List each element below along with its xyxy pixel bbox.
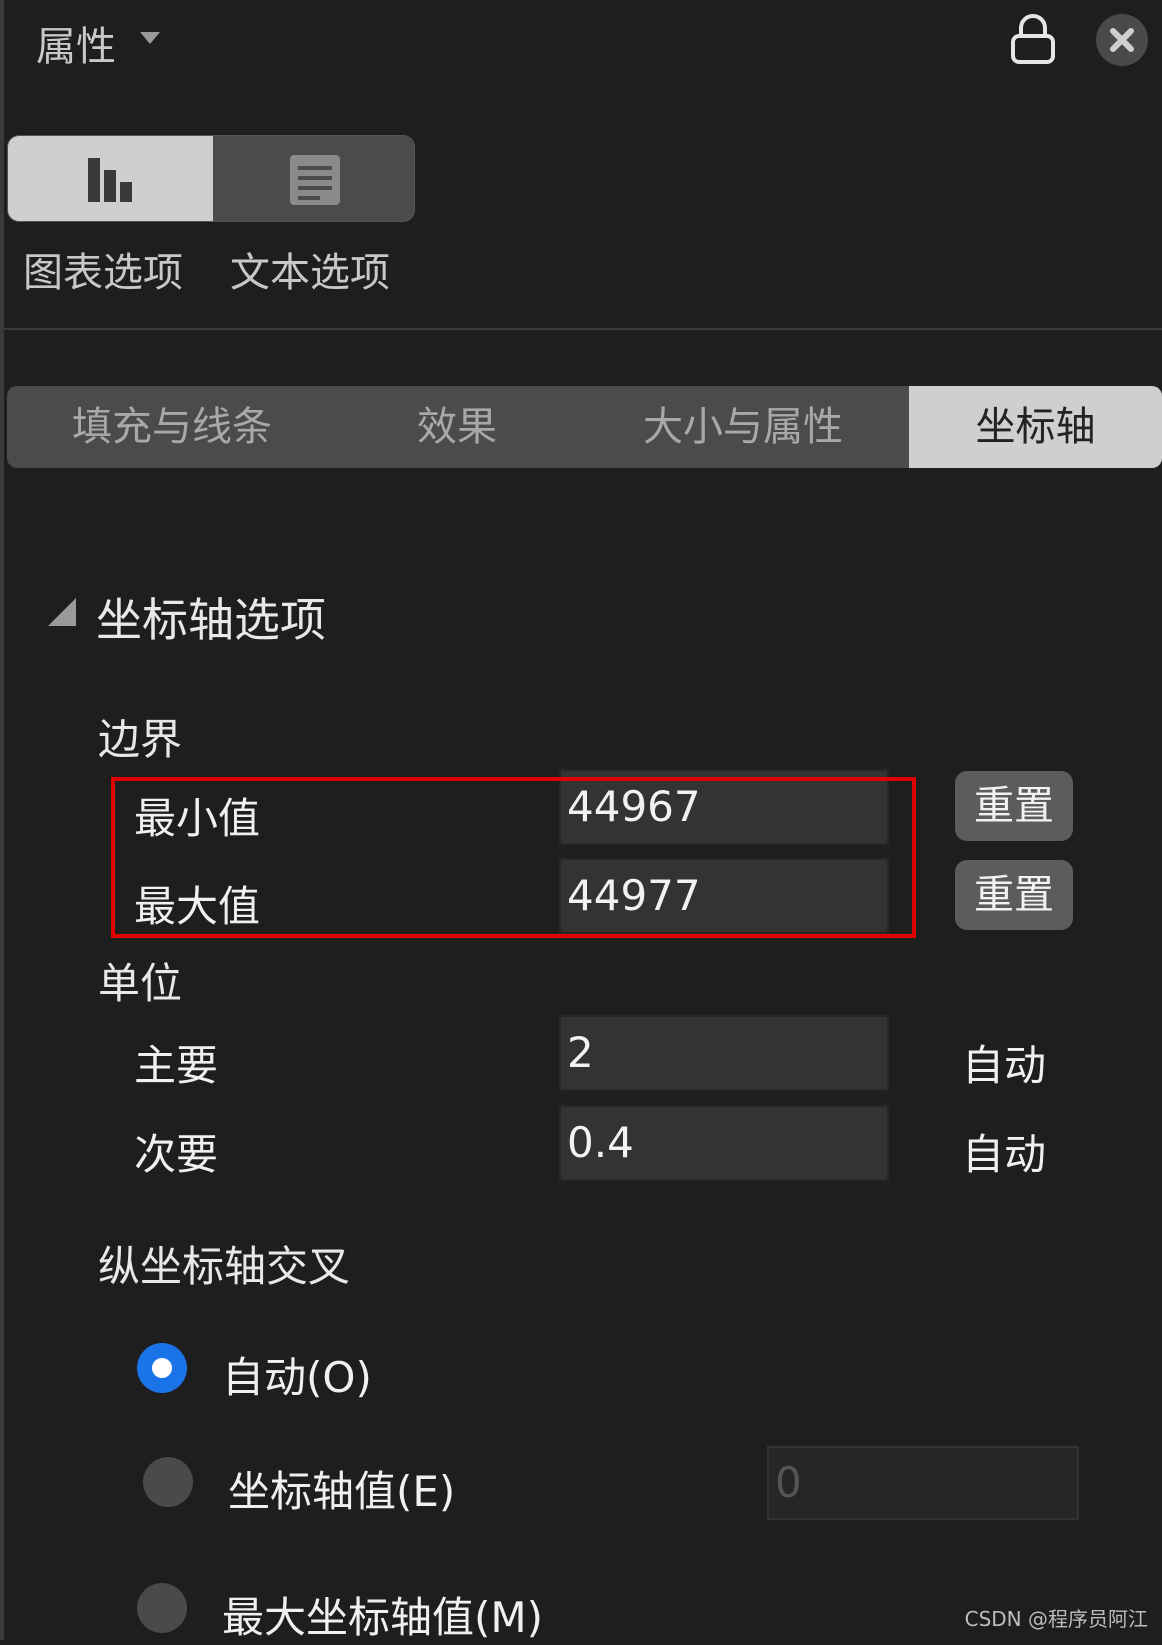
bar-chart-icon (88, 158, 132, 202)
major-unit-label: 主要 (134, 1041, 219, 1090)
radio-max-axis-value-label[interactable]: 最大坐标轴值(M) (222, 1584, 543, 1645)
panel-left-border (0, 0, 4, 1640)
tab-size-and-properties[interactable]: 大小与属性 (577, 386, 909, 468)
radio-auto-label[interactable]: 自动(O) (222, 1344, 372, 1405)
format-tabs: 填充与线条 效果 大小与属性 坐标轴 (7, 386, 1162, 468)
highlight-annotation (111, 777, 916, 938)
tab-effects[interactable]: 效果 (337, 386, 577, 468)
units-heading: 单位 (98, 959, 183, 1008)
chart-options-label[interactable]: 图表选项 (23, 240, 183, 298)
radio-auto[interactable] (137, 1343, 187, 1393)
cross-heading: 纵坐标轴交叉 (98, 1242, 351, 1291)
tab-fill-and-line[interactable]: 填充与线条 (7, 386, 337, 468)
tab-axis[interactable]: 坐标轴 (909, 386, 1162, 468)
bounds-heading: 边界 (98, 715, 183, 764)
axis-value-input[interactable]: 0 (767, 1446, 1079, 1520)
major-unit-input[interactable]: 2 (559, 1015, 889, 1091)
max-reset-button[interactable]: 重置 (955, 860, 1073, 930)
radio-max-axis-value[interactable] (137, 1583, 187, 1633)
divider (4, 328, 1162, 330)
radio-axis-value-label[interactable]: 坐标轴值(E) (228, 1458, 455, 1519)
minor-unit-label: 次要 (134, 1130, 219, 1179)
text-options-label[interactable]: 文本选项 (230, 240, 390, 298)
minor-auto-button[interactable]: 自动 (962, 1121, 1046, 1182)
text-document-icon (290, 155, 340, 205)
chart-options-button[interactable] (8, 136, 213, 221)
panel-title[interactable]: 属性 (36, 14, 116, 72)
chevron-down-icon[interactable] (140, 32, 160, 44)
section-title[interactable]: 坐标轴选项 (96, 584, 326, 650)
lock-icon[interactable] (1010, 14, 1056, 64)
close-icon[interactable] (1096, 14, 1148, 66)
options-type-switch (7, 135, 415, 222)
text-options-button[interactable] (213, 136, 414, 221)
major-auto-button[interactable]: 自动 (962, 1032, 1046, 1093)
minor-unit-input[interactable]: 0.4 (559, 1105, 889, 1181)
collapse-triangle-icon[interactable] (48, 598, 76, 626)
watermark: CSDN @程序员阿江 (964, 1607, 1148, 1631)
radio-axis-value[interactable] (143, 1457, 193, 1507)
min-reset-button[interactable]: 重置 (955, 771, 1073, 841)
